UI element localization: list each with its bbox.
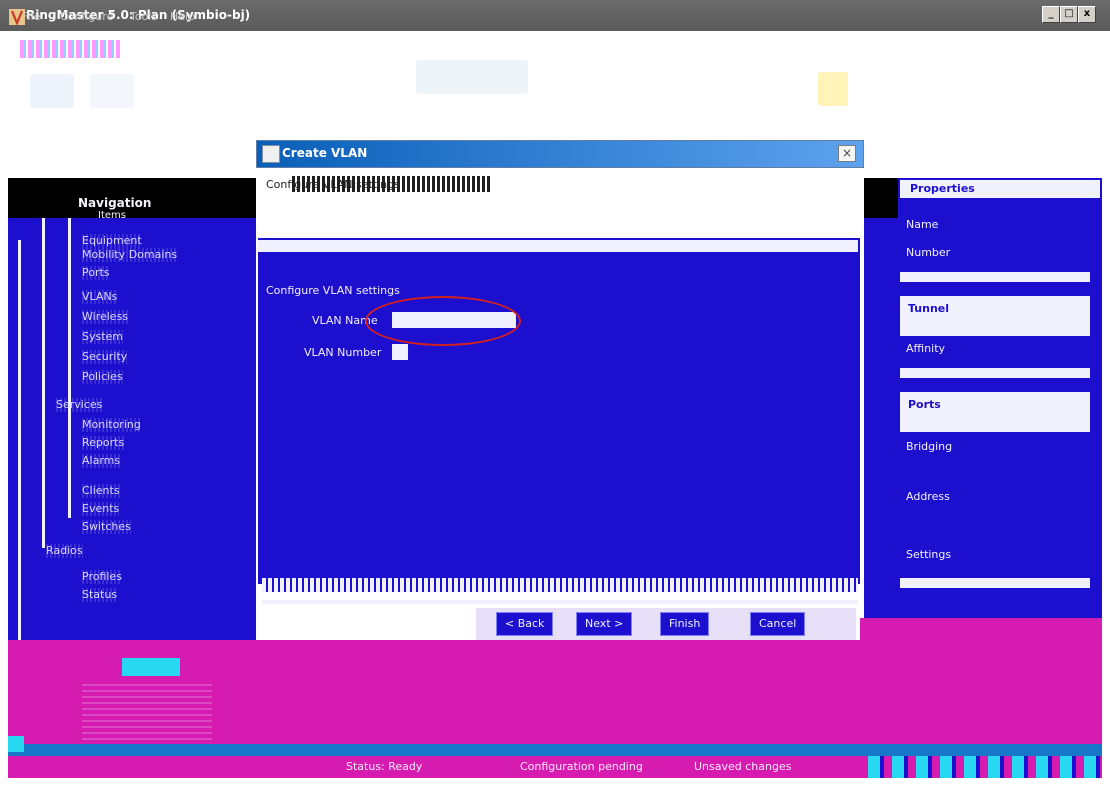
property-address: Address — [906, 490, 950, 503]
nav-item-reports[interactable]: Reports — [82, 436, 125, 450]
dialog-icon — [262, 145, 280, 163]
status-indicators — [868, 756, 1102, 778]
nav-item-ports[interactable]: Ports — [82, 266, 110, 280]
property-card-1[interactable]: Tunnel — [900, 296, 1090, 336]
panel-divider-2 — [900, 368, 1090, 378]
tree-line-2 — [42, 218, 45, 548]
minimize-button[interactable]: _ — [1042, 6, 1060, 23]
finish-button[interactable]: Finish — [660, 612, 710, 636]
menu-help[interactable]: Help — [170, 10, 195, 23]
toolbar-button-1[interactable] — [30, 74, 74, 108]
toolbar — [0, 59, 1110, 141]
nav-item-equipment[interactable]: Equipment — [82, 234, 142, 248]
glitch-cyan-1 — [122, 658, 180, 676]
tree-line-3 — [68, 218, 71, 518]
navtree-subtitle: Items — [98, 210, 126, 221]
toolbar-button-2[interactable] — [90, 74, 134, 108]
dialog-title: Create VLAN — [282, 146, 368, 160]
nav-item-status[interactable]: Status — [82, 588, 118, 602]
nav-item-events[interactable]: Events — [82, 502, 120, 516]
glitch-lines — [82, 680, 212, 740]
nav-item-monitoring[interactable]: Monitoring — [82, 418, 141, 432]
properties-header: Properties — [910, 182, 975, 195]
annotation-ellipse — [365, 296, 521, 346]
panel-divider-3 — [900, 578, 1090, 588]
status-unsaved: Unsaved changes — [694, 760, 792, 773]
status-ready: Status: Ready — [346, 760, 423, 773]
glitch-cyan-2 — [8, 736, 24, 752]
menubar — [0, 31, 1110, 59]
next-button[interactable]: Next > — [576, 612, 633, 636]
property-number: Number — [906, 246, 951, 259]
property-card-1-label: Tunnel — [908, 302, 950, 315]
nav-item-switches[interactable]: Switches — [82, 520, 131, 534]
toolbar-button-4[interactable] — [818, 72, 848, 106]
vlan-number-label: VLAN Number — [304, 346, 382, 359]
nav-item-system[interactable]: System — [82, 330, 124, 344]
dialog-close-button[interactable]: × — [838, 145, 856, 162]
close-button[interactable]: x — [1078, 6, 1096, 23]
nav-item-wireless[interactable]: Wireless — [82, 310, 129, 324]
nav-item-mobility[interactable]: Mobility Domains — [82, 248, 178, 262]
cancel-button[interactable]: Cancel — [750, 612, 806, 636]
nav-item-alarms[interactable]: Alarms — [82, 454, 121, 468]
property-settings: Settings — [906, 548, 952, 561]
menu-file[interactable]: File — [22, 10, 40, 23]
property-name: Name — [906, 218, 939, 231]
nav-item-radios[interactable]: Radios — [46, 544, 83, 558]
nav-item-services[interactable]: Services — [56, 398, 103, 412]
vlan-number-field[interactable] — [392, 344, 408, 360]
dialog-separator — [262, 600, 858, 604]
glitch-blue-row — [8, 744, 1102, 756]
nav-item-profiles[interactable]: Profiles — [82, 570, 122, 584]
property-bridging: Bridging — [906, 440, 953, 453]
nav-item-policies[interactable]: Policies — [82, 370, 123, 384]
status-pending: Configuration pending — [520, 760, 643, 773]
maximize-button[interactable]: □ — [1060, 6, 1078, 23]
dialog-progress — [262, 578, 858, 592]
nav-item-security[interactable]: Security — [82, 350, 128, 364]
property-card-2[interactable]: Ports — [900, 392, 1090, 432]
panel-divider-1 — [900, 272, 1090, 282]
dialog-form-topbar — [258, 240, 858, 252]
nav-item-clients[interactable]: Clients — [82, 484, 120, 498]
form-section-label: Configure VLAN settings — [266, 284, 400, 297]
toolbar-button-3[interactable] — [416, 60, 528, 94]
back-button[interactable]: < Back — [496, 612, 554, 636]
tree-line-1 — [18, 240, 21, 640]
property-affinity: Affinity — [906, 342, 946, 355]
dialog-heading: Configure VLAN settings — [266, 178, 400, 191]
nav-item-vlans[interactable]: VLANs — [82, 290, 118, 304]
menu-glitch — [20, 40, 120, 58]
property-card-2-label: Ports — [908, 398, 941, 411]
menu-configure[interactable]: Configure — [60, 10, 113, 23]
navtree-title: Navigation — [78, 196, 152, 210]
menu-tools[interactable]: Tools — [130, 10, 157, 23]
